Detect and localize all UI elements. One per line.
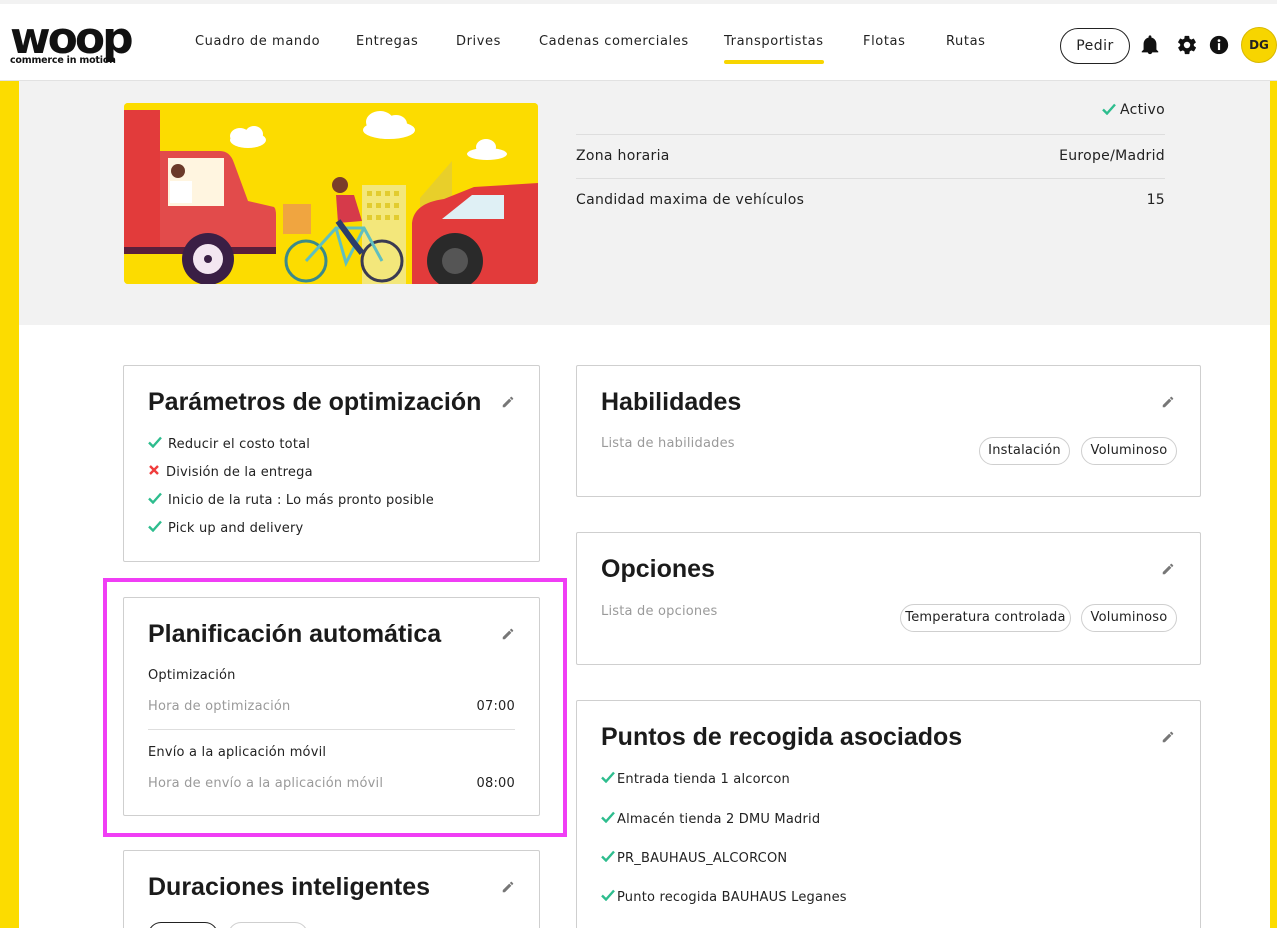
pickup-point-label: Punto recogida BAUHAUS Leganes	[617, 890, 847, 905]
pickup-point-label: PR_BAUHAUS_ALCORCON	[617, 851, 788, 866]
pencil-icon[interactable]	[1161, 562, 1175, 576]
card-title: Puntos de recogida asociados	[601, 723, 963, 751]
pencil-icon[interactable]	[1161, 730, 1175, 744]
check-icon	[148, 492, 162, 504]
check-icon	[148, 520, 162, 532]
nav-item-carriers[interactable]: Transportistas	[724, 34, 824, 64]
optimization-item-label: Inicio de la ruta : Lo más pronto posibl…	[168, 493, 434, 508]
top-navigation-bar: woop commerce in motion Cuadro de mando …	[0, 0, 1277, 81]
woop-logo[interactable]: woop commerce in motion	[10, 13, 134, 66]
nav-item-routes[interactable]: Rutas	[946, 34, 986, 49]
skills-card: Habilidades Lista de habilidades Instala…	[576, 365, 1201, 497]
pencil-icon[interactable]	[501, 880, 515, 894]
bell-icon[interactable]	[1139, 34, 1161, 56]
duration-toggle[interactable]	[228, 922, 308, 928]
skills-list-label: Lista de habilidades	[601, 436, 735, 451]
max-vehicles-row: Candidad maxima de vehículos 15	[576, 192, 1165, 208]
check-icon	[601, 771, 615, 784]
divider	[576, 134, 1165, 135]
optimization-params-card: Parámetros de optimización Reducir el co…	[123, 365, 540, 562]
check-icon	[601, 811, 615, 824]
max-vehicles-label: Candidad maxima de vehículos	[576, 192, 805, 208]
nav-item-retail-chains[interactable]: Cadenas comerciales	[539, 34, 689, 49]
info-icon[interactable]	[1208, 34, 1230, 56]
option-tag: Voluminoso	[1081, 604, 1177, 632]
check-icon	[1102, 103, 1116, 116]
logo-tagline: commerce in motion	[10, 55, 116, 66]
timezone-row: Zona horaria Europe/Madrid	[576, 148, 1165, 164]
cross-icon	[149, 465, 159, 475]
status-text: Activo	[1119, 102, 1165, 118]
optimization-item-label: Reducir el costo total	[168, 437, 311, 452]
duration-toggle-active[interactable]	[148, 922, 218, 928]
left-accent-bar	[0, 81, 19, 928]
skill-tag: Voluminoso	[1081, 437, 1177, 465]
check-icon	[148, 436, 162, 448]
order-button[interactable]: Pedir	[1060, 28, 1130, 64]
pickup-point-item: Almacén tienda 2 DMU Madrid	[601, 811, 820, 827]
gear-icon[interactable]	[1176, 34, 1198, 56]
skill-tag: Instalación	[979, 437, 1070, 465]
options-list-label: Lista de opciones	[601, 604, 718, 619]
pencil-icon[interactable]	[1161, 395, 1175, 409]
nav-item-deliveries[interactable]: Entregas	[356, 34, 418, 49]
delivery-illustration	[124, 103, 538, 284]
card-title: Opciones	[601, 555, 715, 583]
timezone-value: Europe/Madrid	[1059, 148, 1165, 164]
option-tag: Temperatura controlada	[900, 604, 1071, 632]
pickup-point-item: Entrada tienda 1 alcorcon	[601, 771, 790, 787]
optimization-item: Inicio de la ruta : Lo más pronto posibl…	[148, 492, 434, 508]
status-value: Activo	[1102, 102, 1165, 118]
logo-wordmark: woop	[10, 13, 134, 64]
timezone-label: Zona horaria	[576, 148, 670, 164]
check-icon	[601, 889, 615, 902]
nav-item-fleets[interactable]: Flotas	[863, 34, 905, 49]
check-icon	[601, 850, 615, 863]
pickup-point-label: Entrada tienda 1 alcorcon	[617, 772, 790, 787]
smart-durations-card: Duraciones inteligentes	[123, 850, 540, 928]
pencil-icon[interactable]	[501, 395, 515, 409]
options-card: Opciones Lista de opciones Temperatura c…	[576, 532, 1201, 665]
card-title: Parámetros de optimización	[148, 388, 482, 416]
card-title: Habilidades	[601, 388, 742, 416]
divider	[576, 178, 1165, 179]
pickup-point-item: PR_BAUHAUS_ALCORCON	[601, 850, 787, 866]
optimization-item: Pick up and delivery	[148, 520, 303, 536]
highlight-frame	[103, 578, 567, 837]
card-title: Duraciones inteligentes	[148, 873, 431, 901]
max-vehicles-value: 15	[1146, 192, 1165, 208]
pickup-points-card: Puntos de recogida asociados Entrada tie…	[576, 700, 1201, 928]
nav-item-drives[interactable]: Drives	[456, 34, 501, 49]
optimization-item-label: División de la entrega	[166, 465, 313, 480]
optimization-item: Reducir el costo total	[148, 436, 310, 452]
pickup-point-label: Almacén tienda 2 DMU Madrid	[617, 812, 821, 827]
optimization-item-label: Pick up and delivery	[168, 521, 304, 536]
optimization-item: División de la entrega	[148, 464, 313, 480]
nav-item-dashboard[interactable]: Cuadro de mando	[195, 34, 320, 49]
right-accent-bar	[1270, 81, 1277, 928]
user-avatar[interactable]: DG	[1241, 27, 1277, 63]
pickup-point-item: Punto recogida BAUHAUS Leganes	[601, 889, 847, 905]
